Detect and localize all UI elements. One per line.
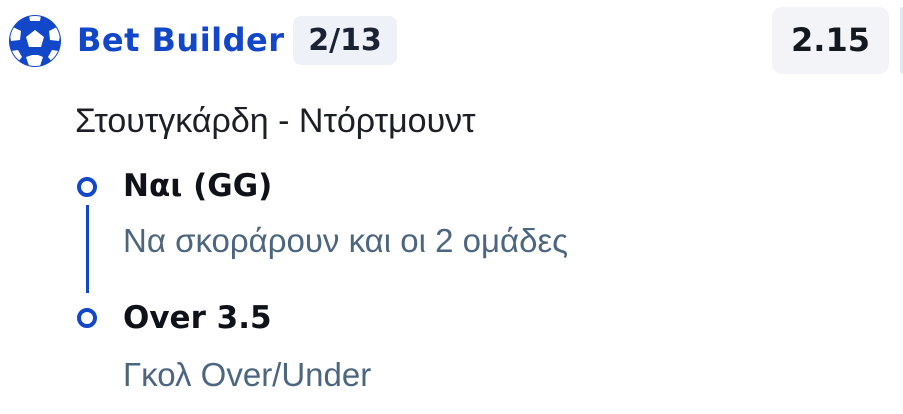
bet-builder-title: Bet Builder — [77, 21, 285, 59]
timeline-dot — [77, 308, 97, 328]
bet-builder-card: Bet Builder 2/13 2.15 Στουτγκάρδη - Ντόρ… — [0, 0, 903, 414]
odds-button[interactable]: 2.15 — [772, 7, 889, 74]
timeline-connector — [86, 205, 89, 293]
selection-market: Γκολ Over/Under — [123, 356, 372, 393]
selections-count-badge: 2/13 — [293, 16, 397, 65]
selection-title: Ναι (GG) — [123, 168, 273, 204]
soccer-ball-icon — [9, 15, 61, 67]
match-name: Στουτγκάρδη - Ντόρτμουντ — [75, 102, 476, 140]
selection-market: Να σκοράρουν και οι 2 ομάδες — [123, 222, 569, 259]
timeline-dot — [77, 177, 97, 197]
selection-title: Over 3.5 — [123, 300, 272, 336]
